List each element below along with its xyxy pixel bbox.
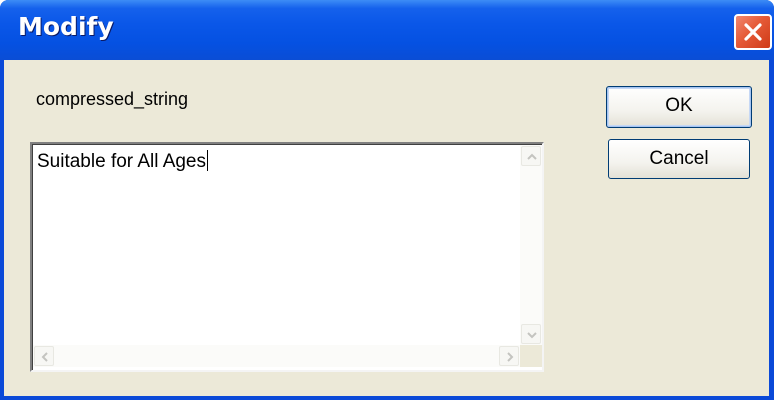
text-caret (207, 150, 208, 171)
close-icon (744, 23, 762, 41)
dialog-body: compressed_string OK Cancel Suitable for… (4, 60, 769, 396)
scroll-down-button[interactable] (521, 324, 541, 344)
cancel-button[interactable]: Cancel (608, 139, 750, 179)
scroll-right-button[interactable] (499, 346, 519, 366)
horizontal-scrollbar[interactable] (33, 345, 520, 367)
chevron-right-icon (507, 352, 514, 362)
modify-dialog: Modify compressed_string OK Cancel Suita… (0, 0, 774, 400)
close-button[interactable] (734, 14, 772, 50)
scrollbar-corner (520, 345, 542, 367)
window-title: Modify (18, 12, 114, 41)
vertical-scrollbar[interactable] (520, 145, 542, 345)
field-name-label: compressed_string (36, 89, 189, 109)
scroll-left-button[interactable] (34, 346, 54, 366)
title-bar[interactable]: Modify (0, 0, 774, 60)
textarea-value: Suitable for All Ages (37, 151, 206, 172)
scroll-up-button[interactable] (521, 146, 541, 166)
ok-button[interactable]: OK (606, 86, 752, 128)
chevron-left-icon (41, 352, 48, 362)
chevron-down-icon (527, 332, 537, 339)
value-textarea[interactable]: Suitable for All Ages (30, 142, 544, 372)
textarea-content[interactable]: Suitable for All Ages (32, 144, 542, 370)
chevron-up-icon (527, 153, 537, 160)
